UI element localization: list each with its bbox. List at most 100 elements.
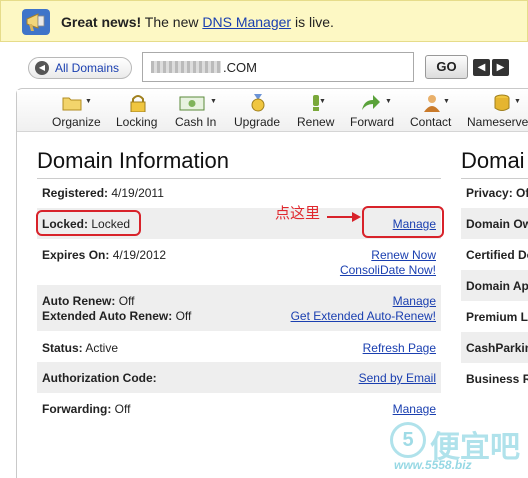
- notice-text-after: is live.: [291, 14, 334, 30]
- toolbar-label: Upgrade: [234, 115, 281, 129]
- auth-code-label: Authorization Code:: [42, 371, 157, 385]
- domain-input[interactable]: .COM: [142, 52, 414, 82]
- chevron-down-icon: ▼: [210, 98, 217, 105]
- auto-renew-value: Off: [118, 294, 135, 308]
- all-domains-button[interactable]: ◀ All Domains: [28, 57, 132, 79]
- manage-highlight-box: [362, 206, 444, 238]
- arrow-left-icon[interactable]: ◀: [473, 59, 490, 76]
- chevron-down-icon: ▼: [514, 98, 521, 105]
- right-row-domain-appraisal[interactable]: Domain Ap: [461, 270, 528, 301]
- right-row-domain-ownership[interactable]: Domain Ow: [461, 208, 528, 239]
- chevron-down-icon: ▼: [385, 98, 392, 105]
- go-button[interactable]: GO: [425, 55, 468, 79]
- all-domains-label: All Domains: [55, 61, 120, 75]
- right-row-label: Certified Do: [466, 248, 528, 262]
- row-auto-renew: Auto Renew: Off Manage Extended Auto Ren…: [37, 285, 441, 331]
- toolbar-forward[interactable]: ▼ Forward: [349, 90, 399, 132]
- toolbar-label: Forward: [350, 115, 395, 129]
- watermark-url: www.5558.biz: [394, 458, 472, 472]
- expires-value: 4/19/2012: [112, 248, 167, 262]
- right-row-premium-listing[interactable]: Premium L: [461, 301, 528, 332]
- notice-banner: Great news! The new DNS Manager is live.: [0, 0, 528, 42]
- lock-icon: [130, 95, 146, 112]
- send-by-email-link[interactable]: Send by Email: [359, 371, 436, 385]
- row-auth-code: Authorization Code: Send by Email: [37, 362, 441, 393]
- auto-renew-text: Auto Renew: Off: [42, 294, 134, 308]
- auto-renew-manage-link[interactable]: Manage: [393, 294, 436, 308]
- right-row-business-registration[interactable]: Business R: [461, 363, 528, 394]
- watermark: 5 便宜吧 www.5558.biz: [388, 418, 528, 478]
- megaphone-icon: [22, 9, 50, 35]
- contact-person-icon: [424, 95, 440, 112]
- registered-text: Registered: 4/19/2011: [42, 186, 164, 200]
- locked-highlight-box: [36, 210, 141, 236]
- medal-icon: [251, 94, 265, 112]
- row-status: Status: Active Refresh Page: [37, 331, 441, 362]
- auth-code-text: Authorization Code:: [42, 371, 157, 385]
- toolbar-label: Renew: [297, 115, 335, 129]
- toolbar-label: Locking: [116, 115, 158, 129]
- toolbar-organize[interactable]: ▼ Organize: [50, 90, 106, 132]
- right-row-label: Premium L: [466, 310, 528, 324]
- page-title: Domain Information: [37, 148, 229, 173]
- expires-label: Expires On:: [42, 248, 110, 262]
- status-label: Status:: [42, 341, 83, 355]
- toolbar-renew[interactable]: ▼ Renew: [295, 90, 339, 132]
- toolbar-upgrade[interactable]: Upgrade: [232, 90, 284, 132]
- row-expires: Expires On: 4/19/2012 Renew Now ConsoliD…: [37, 239, 441, 285]
- toolbar-label: Organize: [52, 115, 101, 129]
- ext-auto-renew-label: Extended Auto Renew:: [42, 309, 173, 323]
- forwarding-value: Off: [114, 402, 131, 416]
- refresh-page-link[interactable]: Refresh Page: [363, 341, 436, 355]
- status-value: Active: [85, 341, 119, 355]
- expires-text: Expires On: 4/19/2012: [42, 248, 166, 262]
- renew-now-link[interactable]: Renew Now: [371, 248, 436, 262]
- forwarding-text: Forwarding: Off: [42, 402, 130, 416]
- right-row-label: CashParkin: [466, 341, 528, 355]
- cash-icon: [179, 96, 205, 111]
- right-row-privacy[interactable]: Privacy: Of: [461, 178, 528, 209]
- toolbar-label: Cash In: [175, 115, 217, 129]
- database-icon: [494, 94, 510, 111]
- consolidate-now-link[interactable]: ConsoliDate Now!: [340, 263, 436, 277]
- toolbar-contact[interactable]: ▼ Contact: [408, 90, 458, 132]
- status-text: Status: Active: [42, 341, 118, 355]
- chevron-down-icon: ▼: [443, 98, 450, 105]
- notice-headline: Great news!: [61, 14, 142, 30]
- forwarding-label: Forwarding:: [42, 402, 112, 416]
- toolbar: ▼ Organize Locking ▼ Cash In Upgrade ▼ R…: [17, 90, 528, 132]
- chevron-down-icon: ▼: [319, 98, 326, 105]
- right-column-title: Domai: [461, 148, 525, 173]
- arrow-right-icon[interactable]: ▶: [492, 59, 509, 76]
- right-row-certified-domain[interactable]: Certified Do: [461, 239, 528, 270]
- right-row-label: Domain Ow: [466, 217, 528, 231]
- registered-label: Registered:: [42, 186, 109, 200]
- annotation-note: 点这里: [275, 205, 321, 222]
- forwarding-manage-link[interactable]: Manage: [393, 402, 436, 416]
- forward-arrow-icon: [362, 95, 380, 110]
- registered-value: 4/19/2011: [111, 186, 164, 200]
- auto-renew-label: Auto Renew:: [42, 294, 116, 308]
- right-row-label: Business R: [466, 372, 528, 386]
- annotation-arrow-icon: [327, 212, 361, 222]
- ext-auto-renew-value: Off: [175, 309, 192, 323]
- get-extended-auto-renew-link[interactable]: Get Extended Auto-Renew!: [291, 309, 436, 323]
- folder-icon: [62, 97, 82, 111]
- blurred-domain-name: [151, 61, 221, 73]
- toolbar-label: Nameserve: [467, 115, 528, 129]
- dns-manager-link[interactable]: DNS Manager: [202, 14, 291, 30]
- row-registered: Registered: 4/19/2011: [37, 178, 441, 208]
- watermark-badge: 5: [390, 422, 426, 458]
- row-forwarding: Forwarding: Off Manage: [37, 393, 441, 424]
- toolbar-cash-in[interactable]: ▼ Cash In: [173, 90, 225, 132]
- domain-suffix: .COM: [223, 59, 257, 75]
- toolbar-label: Contact: [410, 115, 452, 129]
- notice-text-before: The new: [141, 14, 203, 30]
- toolbar-locking[interactable]: Locking: [114, 90, 162, 132]
- right-row-label: Privacy: Of: [466, 186, 528, 200]
- right-row-label: Domain Ap: [466, 279, 528, 293]
- notice-text: Great news! The new DNS Manager is live.: [61, 14, 334, 30]
- right-row-cashparking[interactable]: CashParkin: [461, 332, 528, 363]
- toolbar-nameservers[interactable]: ▼ Nameserve: [466, 90, 528, 132]
- back-circle-icon: ◀: [35, 61, 49, 75]
